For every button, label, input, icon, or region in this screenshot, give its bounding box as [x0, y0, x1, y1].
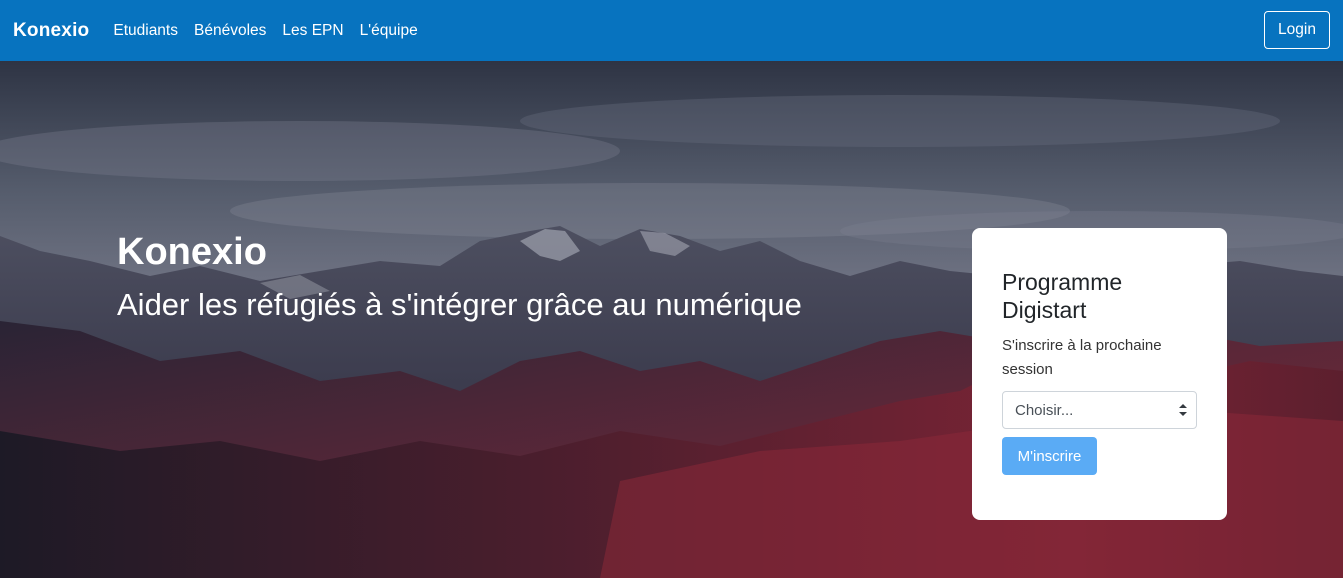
hero-title: Konexio	[117, 231, 267, 273]
card-title: Programme Digistart	[1002, 269, 1123, 323]
signup-card: Programme Digistart S'inscrire à la proc…	[972, 228, 1227, 520]
brand-logo-link[interactable]: Konexio	[13, 20, 89, 42]
login-button[interactable]: Login	[1264, 11, 1330, 49]
session-select-value: Choisir...	[1015, 401, 1074, 419]
session-select-wrapper: Choisir...	[1002, 391, 1197, 429]
up-down-caret-icon	[1179, 404, 1187, 416]
nav-links: Etudiants Bénévoles Les EPN L'équipe	[113, 22, 433, 40]
signup-submit-button[interactable]: M'inscrire	[1002, 437, 1097, 475]
nav-link-equipe[interactable]: L'équipe	[360, 22, 418, 40]
hero-subtitle: Aider les réfugiés à s'intégrer grâce au…	[117, 287, 802, 322]
session-select[interactable]: Choisir...	[1002, 391, 1197, 429]
top-navbar: Konexio Etudiants Bénévoles Les EPN L'éq…	[0, 0, 1343, 61]
card-description: S'inscrire à la prochaine session	[1002, 337, 1162, 378]
nav-link-benevoles[interactable]: Bénévoles	[194, 22, 266, 40]
nav-link-les-epn[interactable]: Les EPN	[282, 22, 343, 40]
nav-link-etudiants[interactable]: Etudiants	[113, 22, 178, 40]
